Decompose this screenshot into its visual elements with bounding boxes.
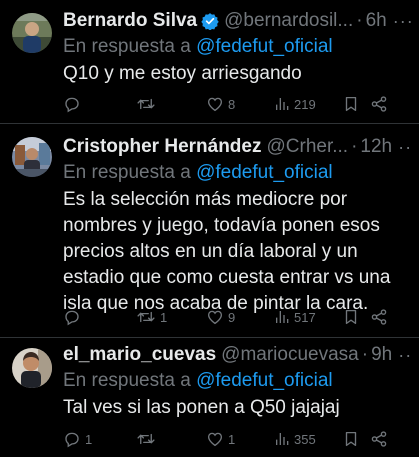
views-count: 355: [294, 431, 316, 447]
bookmark-icon: [342, 430, 360, 448]
share-button[interactable]: [370, 308, 388, 326]
reply-prefix: En respuesta a: [63, 162, 191, 183]
like-button[interactable]: 1: [206, 430, 235, 448]
timestamp[interactable]: 6h: [366, 8, 387, 34]
reply-context: En respuesta a @fedefut_oficial: [63, 160, 411, 185]
reply-context: En respuesta a @fedefut_oficial: [63, 368, 411, 393]
like-count: 9: [228, 309, 236, 325]
action-bar: 1 1 355: [63, 429, 407, 449]
reply-button[interactable]: [63, 95, 85, 113]
reply-mention-link[interactable]: @fedefut_oficial: [196, 370, 333, 391]
views-button[interactable]: 355: [274, 431, 316, 447]
like-icon: [206, 95, 224, 113]
views-icon: [274, 431, 290, 447]
handle[interactable]: @mariocuevasa: [221, 342, 359, 368]
like-count: 8: [228, 96, 236, 112]
share-icon: [370, 95, 388, 113]
like-icon: [206, 308, 224, 326]
views-icon: [274, 96, 290, 112]
reply-prefix: En respuesta a: [63, 36, 191, 57]
handle[interactable]: @Crher...: [266, 134, 348, 160]
avatar[interactable]: [12, 348, 52, 388]
timestamp[interactable]: 12h: [360, 134, 392, 160]
separator-dot: ·: [356, 10, 363, 31]
like-button[interactable]: 8: [206, 95, 235, 113]
views-button[interactable]: 517: [274, 309, 316, 325]
reply-icon: [63, 308, 81, 326]
more-icon[interactable]: ···: [392, 134, 411, 160]
reply-icon: [63, 430, 81, 448]
tweet-text: Tal ves si las ponen a Q50 jajajaj: [63, 397, 340, 418]
views-count: 219: [294, 96, 316, 112]
bookmark-icon: [342, 308, 360, 326]
reply-prefix: En respuesta a: [63, 370, 191, 391]
share-icon: [370, 308, 388, 326]
views-icon: [274, 309, 290, 325]
like-button[interactable]: 9: [206, 308, 235, 326]
retweet-icon: [136, 308, 156, 326]
tweet[interactable]: el_mario_cuevas @mariocuevasa · 9h ··· E…: [0, 338, 419, 457]
share-button[interactable]: [370, 430, 388, 448]
reply-mention-link[interactable]: @fedefut_oficial: [196, 162, 333, 183]
reply-button[interactable]: 1: [63, 430, 92, 448]
reply-icon: [63, 95, 81, 113]
display-name[interactable]: Bernardo Silva: [63, 8, 197, 34]
share-button[interactable]: [370, 95, 388, 113]
verified-badge-icon: [201, 12, 219, 30]
tweet[interactable]: Bernardo Silva @bernardosil... · 6h ··· …: [0, 0, 419, 124]
action-bar: 1 9 517: [63, 307, 407, 327]
bookmark-button[interactable]: [342, 95, 360, 113]
retweet-count: 1: [160, 309, 168, 325]
retweet-button[interactable]: [136, 430, 160, 448]
more-icon[interactable]: ···: [392, 342, 411, 368]
views-count: 517: [294, 309, 316, 325]
separator-dot: ·: [361, 344, 369, 365]
share-icon: [370, 430, 388, 448]
bookmark-button[interactable]: [342, 308, 360, 326]
handle[interactable]: @bernardosil...: [224, 8, 353, 34]
separator-dot: ·: [351, 136, 358, 157]
tweet[interactable]: Cristopher Hernández @Crher... · 12h ···…: [0, 124, 419, 338]
more-icon[interactable]: ···: [387, 8, 411, 34]
avatar[interactable]: [12, 13, 52, 53]
retweet-icon: [136, 95, 156, 113]
retweet-button[interactable]: 1: [136, 308, 167, 326]
retweet-button[interactable]: [136, 95, 160, 113]
like-count: 1: [228, 431, 236, 447]
tweet-text: Es la selección más mediocre por nombres…: [63, 189, 391, 314]
action-bar: 8 219: [63, 94, 407, 114]
bookmark-icon: [342, 95, 360, 113]
bookmark-button[interactable]: [342, 430, 360, 448]
display-name[interactable]: el_mario_cuevas: [63, 342, 216, 368]
like-icon: [206, 430, 224, 448]
reply-mention-link[interactable]: @fedefut_oficial: [196, 36, 333, 57]
tweet-text: Q10 y me estoy arriesgando: [63, 63, 302, 84]
reply-context: En respuesta a @fedefut_oficial: [63, 34, 411, 59]
retweet-icon: [136, 430, 156, 448]
timestamp[interactable]: 9h: [371, 342, 392, 368]
reply-count: 1: [85, 431, 93, 447]
reply-button[interactable]: [63, 308, 85, 326]
display-name[interactable]: Cristopher Hernández: [63, 134, 261, 160]
avatar[interactable]: [12, 137, 52, 177]
views-button[interactable]: 219: [274, 96, 316, 112]
